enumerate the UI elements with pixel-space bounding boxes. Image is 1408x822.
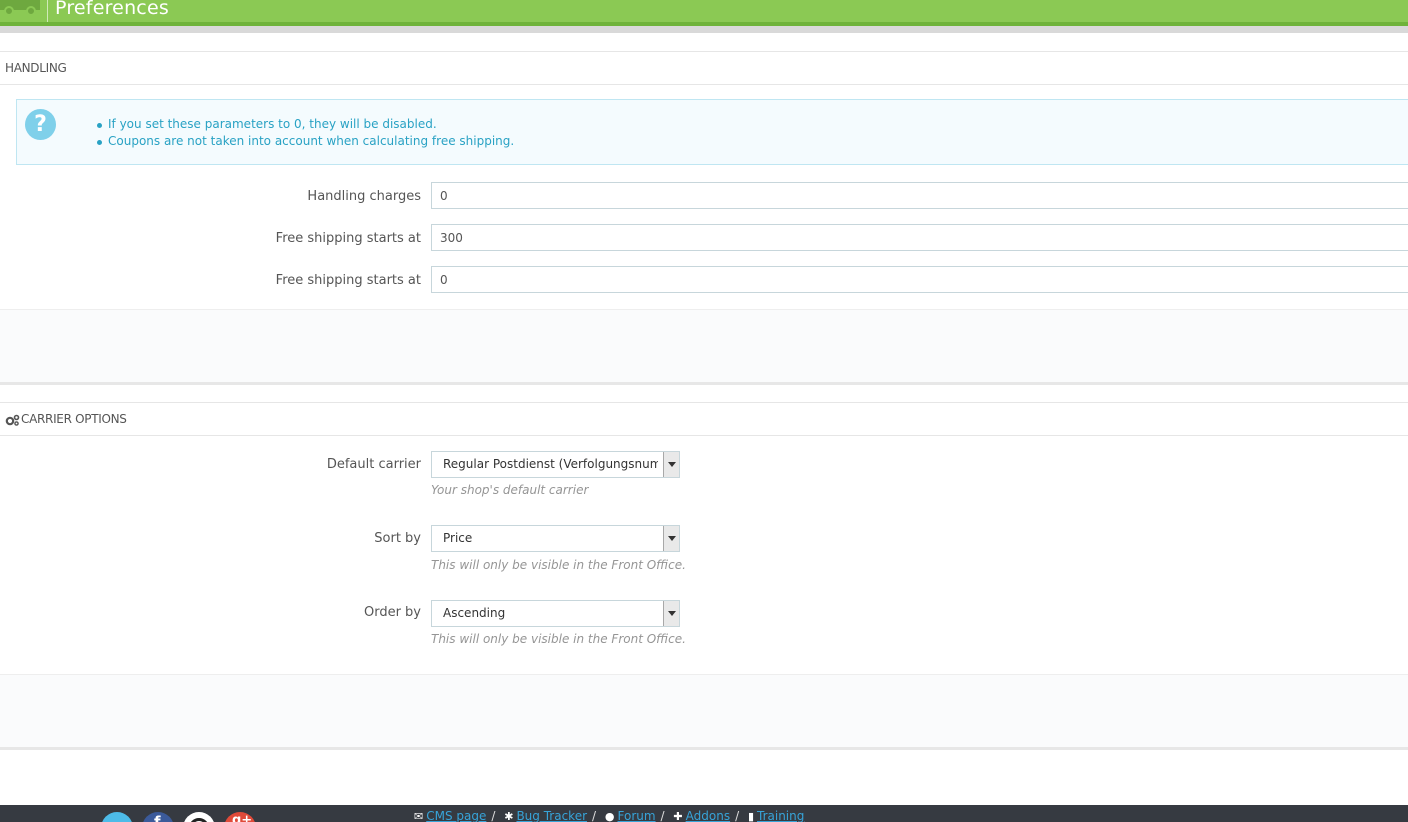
comments-icon: ● — [604, 810, 615, 822]
panel-footer-handling — [0, 309, 1408, 385]
footer-link-forum[interactable]: Forum — [618, 809, 656, 822]
cogs-icon — [5, 414, 20, 426]
default-carrier-value: Regular Postdienst (Verfolgungsnummer) — [443, 457, 658, 471]
link-separator: / — [491, 809, 496, 822]
footer-link-addons[interactable]: Addons — [686, 809, 730, 822]
free-shipping-weight-label: Free shipping starts at — [275, 273, 421, 288]
chevron-down-icon[interactable] — [663, 452, 679, 477]
order-by-value: Ascending — [443, 606, 506, 620]
default-carrier-help: Your shop's default carrier — [431, 483, 589, 497]
free-shipping-weight-input[interactable] — [431, 266, 1408, 293]
chevron-down-icon[interactable] — [663, 526, 679, 551]
google-plus-icon[interactable]: g+ — [224, 812, 256, 822]
footer-link-training[interactable]: Training — [757, 809, 804, 822]
header-shadow — [0, 26, 1408, 33]
panel-title-carrier-options: CARRIER OPTIONS — [21, 412, 127, 426]
question-icon: ? — [25, 109, 56, 140]
default-carrier-label: Default carrier — [326, 457, 421, 472]
info-item: Coupons are not taken into account when … — [95, 133, 514, 150]
footer-bar: f g+ ✉ CMS page / ✱ Bug Tracker / ● Forum / ✚ A… — [0, 805, 1408, 822]
panel-heading-carrier-options: CARRIER OPTIONS — [0, 403, 1408, 436]
github-icon[interactable] — [183, 812, 215, 822]
facebook-icon[interactable]: f — [142, 812, 174, 822]
puzzle-icon: ✚ — [673, 810, 683, 822]
twitter-icon[interactable] — [101, 812, 133, 822]
order-by-help: This will only be visible in the Front O… — [431, 632, 686, 646]
link-separator: / — [592, 809, 597, 822]
sort-by-label: Sort by — [374, 531, 421, 546]
panel-heading-handling: HANDLING — [0, 52, 1408, 85]
carrier-options-panel: CARRIER OPTIONS — [0, 402, 1408, 750]
link-separator: / — [660, 809, 665, 822]
sort-by-help: This will only be visible in the Front O… — [431, 558, 686, 572]
footer-link-bug-tracker[interactable]: Bug Tracker — [516, 809, 587, 822]
handling-charges-label: Handling charges — [307, 189, 421, 204]
handling-charges-input[interactable] — [431, 182, 1408, 209]
header-divider — [47, 0, 48, 22]
default-carrier-select[interactable]: Regular Postdienst (Verfolgungsnummer) — [431, 451, 680, 478]
order-by-label: Order by — [363, 605, 421, 620]
envelope-icon: ✉ — [414, 810, 424, 822]
bug-icon: ✱ — [504, 810, 514, 822]
page-header: Preferences — [0, 0, 1408, 26]
truck-icon — [0, 0, 40, 16]
sort-by-select[interactable]: Price — [431, 525, 680, 552]
footer-links: ✉ CMS page / ✱ Bug Tracker / ● Forum / ✚ Addons… — [414, 809, 804, 822]
panel-title-handling: HANDLING — [5, 61, 67, 75]
panel-footer-carrier-options — [0, 674, 1408, 750]
sort-by-value: Price — [443, 531, 473, 545]
page-title: Preferences — [55, 0, 169, 19]
info-list: If you set these parameters to 0, they w… — [95, 116, 514, 150]
link-separator: / — [735, 809, 740, 822]
free-shipping-price-label: Free shipping starts at — [275, 231, 421, 246]
info-alert: ? If you set these parameters to 0, they… — [16, 99, 1408, 165]
free-shipping-price-input[interactable] — [431, 224, 1408, 251]
footer-link-cms[interactable]: CMS page — [426, 809, 486, 822]
info-item: If you set these parameters to 0, they w… — [95, 116, 514, 133]
book-icon: ▮ — [747, 810, 755, 822]
order-by-select[interactable]: Ascending — [431, 600, 680, 627]
chevron-down-icon[interactable] — [663, 601, 679, 626]
